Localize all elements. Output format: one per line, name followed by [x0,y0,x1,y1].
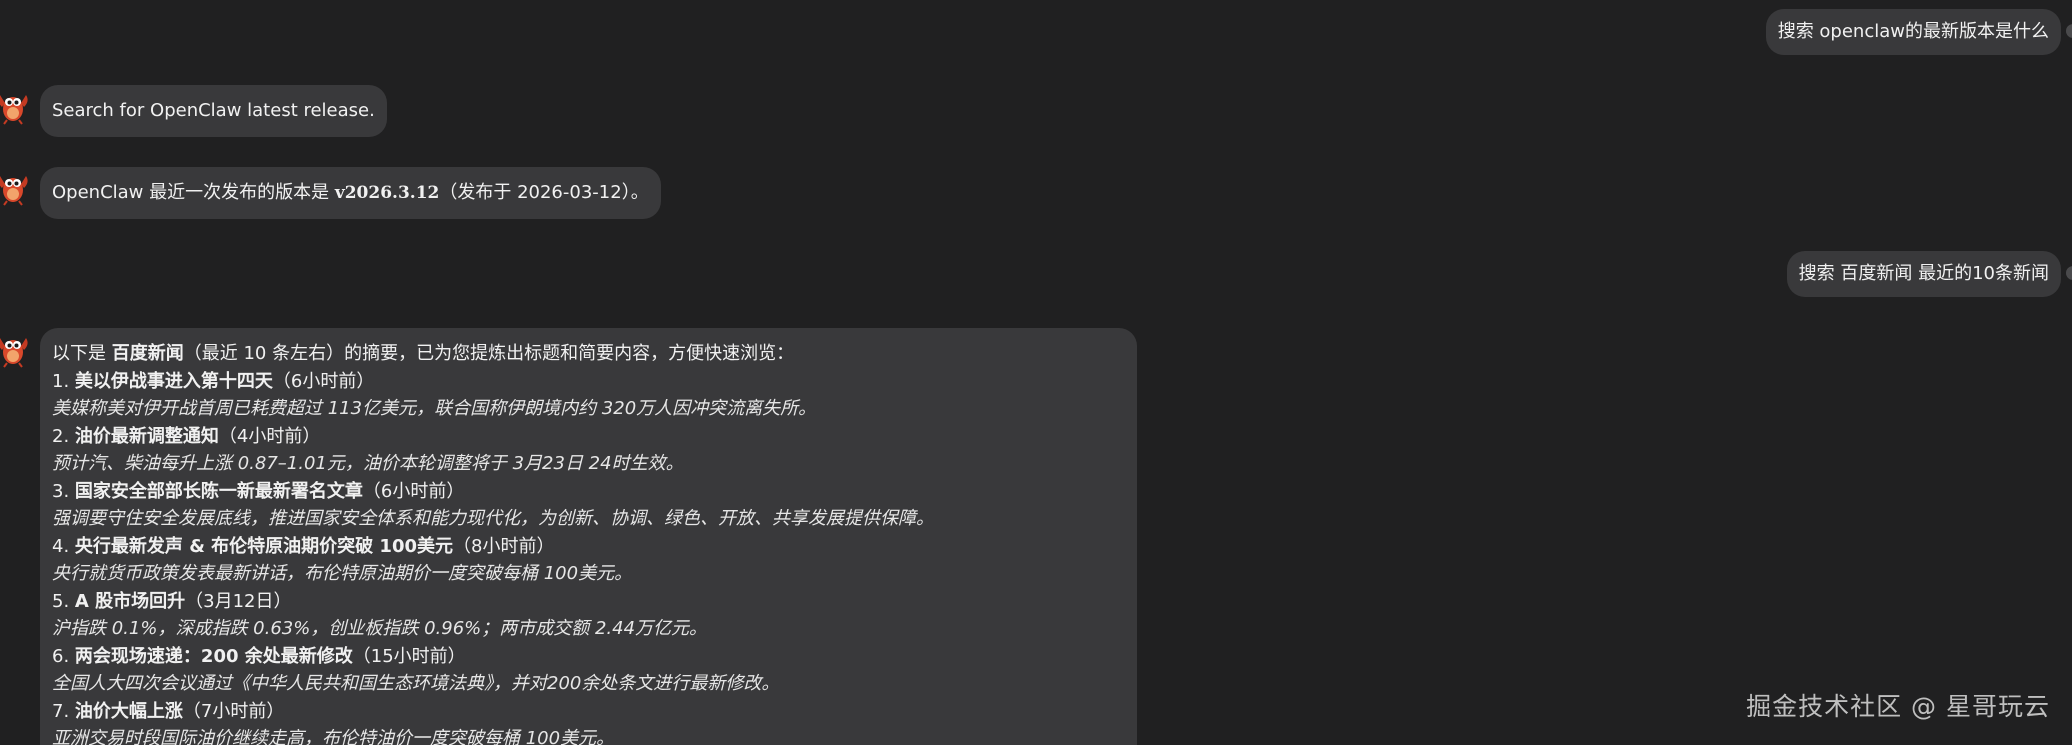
item-time: （15小时前） [352,645,466,667]
item-time: （4小时前） [218,425,321,447]
intro-prefix: 以下是 [52,343,112,364]
item-number: 3. [52,480,70,502]
watermark: 掘金技术社区 @ 星哥玩云 [1746,692,2050,721]
item-title: 央行最新发声 & 布伦特原油期价突破 100美元 [74,535,453,557]
item-description: 央行就货币政策发表最新讲话，布伦特原油期价一度突破每桶 100美元。 [52,563,633,584]
item-number: 1. [52,370,70,392]
item-number: 5. [52,590,70,612]
assistant-message: OpenClaw 最近一次发布的版本是 v2026.3.12（发布于 2026-… [40,167,661,219]
item-description: 强调要守住安全发展底线，推进国家安全体系和能力现代化，为创新、协调、绿色、开放、… [52,508,934,529]
item-number: 2. [52,425,70,447]
item-time: （6小时前） [272,370,375,392]
news-item: 7. 油价大幅上涨（7小时前） 亚洲交易时段国际油价继续走高，布伦特油价一度突破… [52,698,1125,745]
item-time: （3月12日） [185,590,292,612]
lobster-mascot-icon [0,87,32,125]
item-number: 4. [52,535,70,557]
message-text: 搜索 百度新闻 最近的10条新闻 [1798,263,2049,284]
item-title: 两会现场速递：200 余处最新修改 [74,645,353,667]
item-title: 国家安全部部长陈一新最新署名文章 [74,480,363,502]
news-item: 2. 油价最新调整通知（4小时前） 预计汽、柴油每升上涨 0.87–1.01元，… [52,423,1125,478]
assistant-message: Search for OpenClaw latest release. [40,85,387,137]
user-message: 搜索 openclaw的最新版本是什么 [1765,9,2061,55]
item-time: （7小时前） [182,700,285,722]
message-text: Search for OpenClaw latest release. [52,100,375,121]
message-prefix: OpenClaw 最近一次发布的版本是 [52,182,335,203]
item-description: 预计汽、柴油每升上涨 0.87–1.01元，油价本轮调整将于 3月23日 24时… [52,453,684,474]
item-number: 7. [52,700,70,722]
intro-suffix: （最近 10 条左右）的摘要，已为您提炼出标题和简要内容，方便快速浏览： [183,343,795,364]
item-description: 亚洲交易时段国际油价继续走高，布伦特油价一度突破每桶 100美元。 [52,728,615,745]
item-description: 全国人大四次会议通过《中华人民共和国生态环境法典》，并对200余处条文进行最新修… [52,673,780,694]
assistant-message: 以下是 百度新闻（最近 10 条左右）的摘要，已为您提炼出标题和简要内容，方便快… [40,328,1137,745]
item-description: 沪指跌 0.1%，深成指跌 0.63%，创业板指跌 0.96%；两市成交额 2.… [52,618,708,639]
user-message: 搜索 百度新闻 最近的10条新闻 [1786,251,2061,297]
user-avatar [2066,266,2072,280]
news-item: 3. 国家安全部部长陈一新最新署名文章（6小时前） 强调要守住安全发展底线，推进… [52,478,1125,533]
news-item: 6. 两会现场速递：200 余处最新修改（15小时前） 全国人大四次会议通过《中… [52,643,1125,698]
summary-intro: 以下是 百度新闻（最近 10 条左右）的摘要，已为您提炼出标题和简要内容，方便快… [52,340,1125,368]
lobster-mascot-icon [0,168,32,206]
message-suffix: （发布于 2026-03-12）。 [439,182,649,203]
version-code: v2026.3.12 [334,183,440,203]
item-title: 美以伊战事进入第十四天 [74,370,273,392]
lobster-mascot-icon [0,330,32,368]
news-item: 4. 央行最新发声 & 布伦特原油期价突破 100美元（8小时前） 央行就货币政… [52,533,1125,588]
item-time: （8小时前） [453,535,555,557]
user-avatar [2066,24,2072,38]
item-title: 油价大幅上涨 [74,700,183,722]
news-item: 1. 美以伊战事进入第十四天（6小时前） 美媒称美对伊开战首周已耗费超过 113… [52,368,1125,423]
item-number: 6. [52,645,70,667]
item-title: 油价最新调整通知 [74,425,219,447]
item-time: （6小时前） [362,480,465,502]
message-text: 搜索 openclaw的最新版本是什么 [1777,21,2049,42]
chat-transcript: 搜索 openclaw的最新版本是什么 Search for OpenClaw … [0,0,2072,745]
item-description: 美媒称美对伊开战首周已耗费超过 113亿美元，联合国称伊朗境内约 320万人因冲… [52,398,817,419]
intro-source: 百度新闻 [111,343,184,364]
item-title: A 股市场回升 [74,590,186,612]
news-item: 5. A 股市场回升（3月12日） 沪指跌 0.1%，深成指跌 0.63%，创业… [52,588,1125,643]
